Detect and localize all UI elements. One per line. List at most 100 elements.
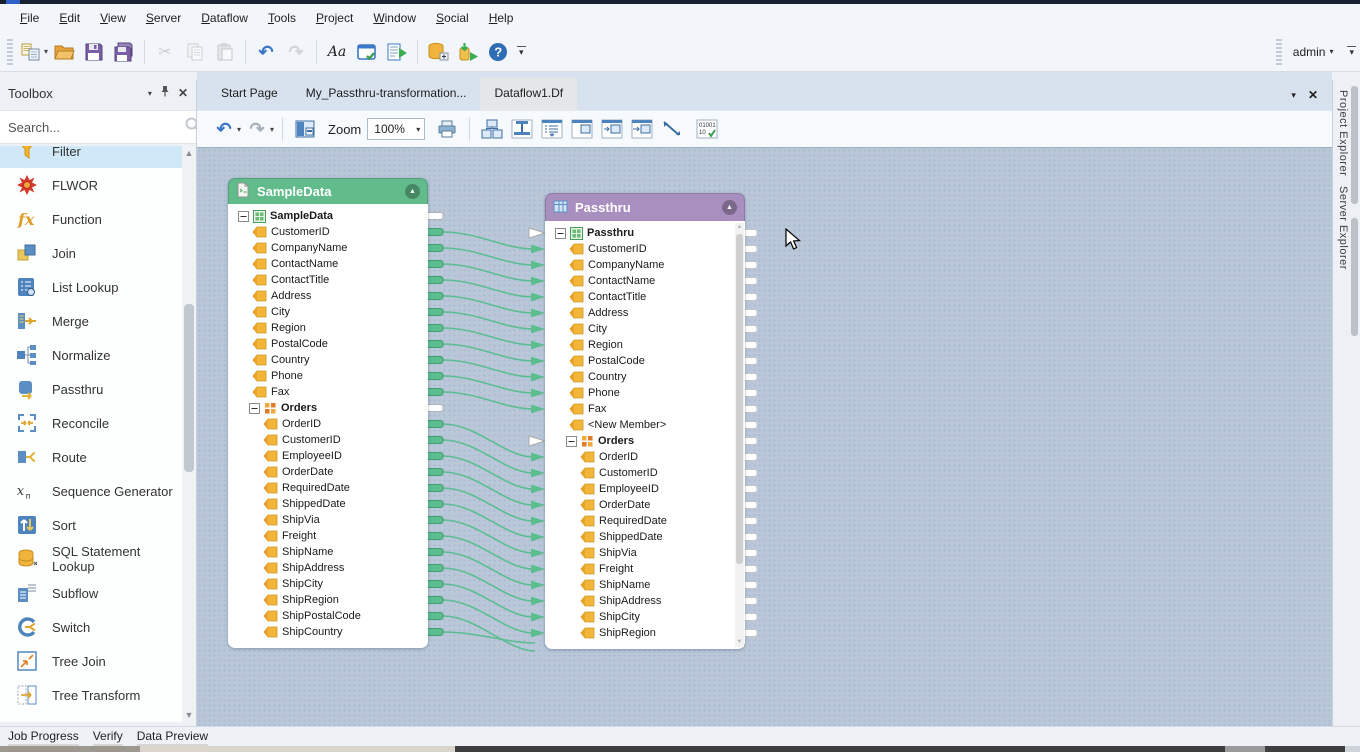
collapse-node-icon[interactable]: ▲ <box>722 200 737 215</box>
toolbar-overflow-icon[interactable]: ▾ <box>517 46 526 57</box>
toolbox-item-passthru[interactable]: Passthru <box>0 372 182 406</box>
scroll-thumb[interactable] <box>184 304 194 472</box>
toolbox-item-sort[interactable]: Sort <box>0 508 182 542</box>
collapse-expander-icon[interactable] <box>238 211 249 222</box>
tree-row-shipcountry[interactable]: ShipCountry <box>228 624 428 640</box>
tree-row-orders[interactable]: Orders <box>545 433 745 449</box>
tree-row-freight[interactable]: Freight <box>228 528 428 544</box>
node-scrollbar[interactable]: ▲▼ <box>735 223 744 647</box>
toolbox-item-list-lookup[interactable]: List Lookup <box>0 270 182 304</box>
node-sampledata[interactable]: SampleData▲SampleDataCustomerIDCompanyNa… <box>228 178 428 648</box>
draw-link-icon[interactable] <box>658 115 686 143</box>
connection-wire[interactable] <box>443 488 533 521</box>
database-add-button[interactable] <box>425 39 451 65</box>
toolbox-menu-icon[interactable]: ▾ <box>148 89 152 98</box>
tree-row-sampledata[interactable]: SampleData <box>228 208 428 224</box>
panel-right-icon[interactable] <box>568 115 596 143</box>
save-all-button[interactable] <box>111 39 137 65</box>
tree-row-customerid[interactable]: CustomerID <box>228 224 428 240</box>
collapse-expander-icon[interactable] <box>249 403 260 414</box>
tree-row-employeeid[interactable]: EmployeeID <box>545 481 745 497</box>
collapse-expander-icon[interactable] <box>566 436 577 447</box>
search-input[interactable] <box>8 120 184 135</box>
tab-close-icon[interactable]: ✕ <box>1308 88 1318 102</box>
toolbox-item-sql-statement-lookup[interactable]: SQL Statement Lookup <box>0 542 182 576</box>
new-document-button[interactable] <box>18 39 44 65</box>
connection-wire[interactable] <box>443 376 533 393</box>
tree-row-customerid[interactable]: CustomerID <box>545 465 745 481</box>
toolbox-item-sequence-generator[interactable]: xnSequence Generator <box>0 474 182 508</box>
connection-wire[interactable] <box>443 392 533 409</box>
toolbox-item-route[interactable]: Route <box>0 440 182 474</box>
redo-dropdown-icon[interactable]: ▾ <box>270 125 274 134</box>
tree-row-shipname[interactable]: ShipName <box>545 577 745 593</box>
tree-row-country[interactable]: Country <box>228 352 428 368</box>
connection-wire[interactable] <box>443 440 533 473</box>
toolbox-item-function[interactable]: fxFunction <box>0 202 182 236</box>
tree-row-passthru[interactable]: Passthru <box>545 225 745 241</box>
tree-row-phone[interactable]: Phone <box>228 368 428 384</box>
open-folder-button[interactable] <box>51 39 77 65</box>
tree-row-contacttitle[interactable]: ContactTitle <box>545 289 745 305</box>
font-button[interactable]: Aa <box>324 39 350 65</box>
connection-wire[interactable] <box>443 360 533 377</box>
toolbar-grip[interactable] <box>7 39 13 65</box>
input-port-structural[interactable] <box>529 228 545 238</box>
toolbar-grip-right[interactable] <box>1276 39 1282 65</box>
connection-wire[interactable] <box>443 296 533 313</box>
tree-row-shipcity[interactable]: ShipCity <box>228 576 428 592</box>
horizontal-layout-icon[interactable] <box>508 115 536 143</box>
run-dataflow-button[interactable] <box>384 39 410 65</box>
connection-wire[interactable] <box>443 328 533 345</box>
toolbox-item-subflow[interactable]: Subflow <box>0 576 182 610</box>
connection-wire[interactable] <box>443 456 533 489</box>
undo-button[interactable]: ↶ <box>210 115 238 143</box>
tree-row-employeeid[interactable]: EmployeeID <box>228 448 428 464</box>
explorer-scroll-thumb2[interactable] <box>1351 218 1358 336</box>
tree-row-shipcity[interactable]: ShipCity <box>545 609 745 625</box>
menu-server[interactable]: Server <box>136 6 191 30</box>
redo-button[interactable]: ↷ <box>283 39 309 65</box>
connection-wire[interactable] <box>443 552 533 585</box>
paste-button[interactable] <box>212 39 238 65</box>
tree-row-shipvia[interactable]: ShipVia <box>545 545 745 561</box>
connection-wire[interactable] <box>443 520 533 553</box>
menu-social[interactable]: Social <box>426 6 479 30</box>
tree-row-shipaddress[interactable]: ShipAddress <box>228 560 428 576</box>
tree-row-customerid[interactable]: CustomerID <box>545 241 745 257</box>
menu-window[interactable]: Window <box>363 6 426 30</box>
preview-binary-icon[interactable]: 0100110 <box>693 115 721 143</box>
expand-all-icon[interactable] <box>538 115 566 143</box>
tree-row-fax[interactable]: Fax <box>545 401 745 417</box>
collapse-expander-icon[interactable] <box>555 228 566 239</box>
tree-row-freight[interactable]: Freight <box>545 561 745 577</box>
new-document-dropdown-icon[interactable]: ▾ <box>44 47 48 56</box>
connection-wire[interactable] <box>443 504 533 537</box>
tree-row-shipregion[interactable]: ShipRegion <box>228 592 428 608</box>
menu-view[interactable]: View <box>90 6 136 30</box>
tree-row-city[interactable]: City <box>228 304 428 320</box>
connection-wire[interactable] <box>443 232 533 249</box>
tree-row-orderid[interactable]: OrderID <box>228 416 428 432</box>
tree-row-contactname[interactable]: ContactName <box>545 273 745 289</box>
auto-arrange-icon[interactable] <box>478 115 506 143</box>
tree-row-newmember[interactable]: <New Member> <box>545 417 745 433</box>
connection-wire[interactable] <box>443 248 533 265</box>
tree-row-shipregion[interactable]: ShipRegion <box>545 625 745 641</box>
connection-wire[interactable] <box>443 616 535 651</box>
toolbar-overflow-right-icon[interactable]: ▾ <box>1347 46 1356 57</box>
goto-node-icon[interactable] <box>598 115 626 143</box>
tree-row-companyname[interactable]: CompanyName <box>545 257 745 273</box>
undo-dropdown-icon[interactable]: ▾ <box>237 125 241 134</box>
menu-dataflow[interactable]: Dataflow <box>191 6 258 30</box>
tree-row-requireddate[interactable]: RequiredDate <box>228 480 428 496</box>
tree-row-requireddate[interactable]: RequiredDate <box>545 513 745 529</box>
input-port-structural[interactable] <box>529 436 545 446</box>
tree-row-customerid[interactable]: CustomerID <box>228 432 428 448</box>
connection-wire[interactable] <box>443 280 533 297</box>
menu-tools[interactable]: Tools <box>258 6 306 30</box>
tree-row-shipname[interactable]: ShipName <box>228 544 428 560</box>
tree-row-shipaddress[interactable]: ShipAddress <box>545 593 745 609</box>
tree-row-shippeddate[interactable]: ShippedDate <box>545 529 745 545</box>
explorer-scroll-thumb[interactable] <box>1351 86 1358 204</box>
